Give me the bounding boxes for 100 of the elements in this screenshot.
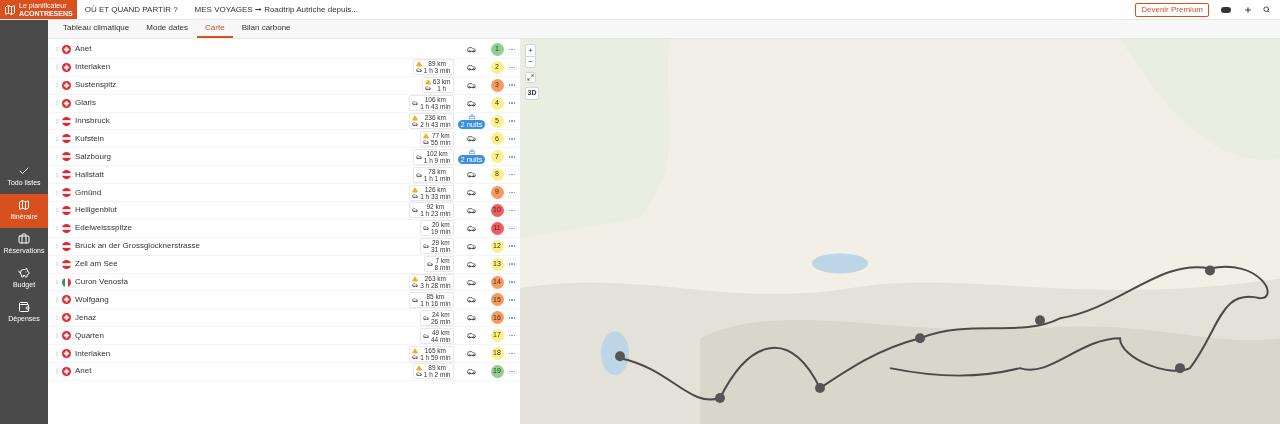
austria-flag-icon [62, 188, 71, 198]
car-icon[interactable] [467, 277, 476, 287]
car-icon[interactable] [467, 98, 476, 108]
car-icon[interactable] [467, 331, 476, 341]
drag-handle-icon[interactable] [54, 350, 60, 357]
warning-icon [424, 79, 431, 86]
wallet-icon [18, 301, 30, 314]
zoom-out-button[interactable]: − [526, 56, 535, 67]
car-icon [426, 261, 433, 268]
fullscreen-button[interactable] [525, 72, 536, 83]
car-icon [412, 207, 419, 214]
nav-link[interactable]: OÙ ET QUAND PARTIR ? [84, 3, 178, 16]
bed-icon [468, 113, 475, 120]
search-icon[interactable] [1263, 6, 1270, 13]
premium-button[interactable]: Devenir Premium [1135, 2, 1209, 17]
car-icon [423, 314, 429, 321]
austria-flag-icon [62, 152, 71, 162]
austria-flag-icon [62, 241, 71, 251]
bed-icon [468, 149, 475, 156]
tab[interactable]: Bilan carbone [233, 20, 299, 38]
nav-link[interactable]: MES VOYAGES ➞ Roadtrip Autriche depuis... [194, 3, 358, 16]
car-icon[interactable] [467, 259, 476, 269]
stop-name: Innsbruck [75, 115, 110, 127]
car-icon[interactable] [467, 313, 476, 323]
stop-name: Gmünd [75, 186, 102, 199]
austria-flag-icon [62, 205, 71, 215]
warning-icon [423, 132, 429, 139]
add-icon[interactable] [1244, 5, 1252, 14]
austria-flag-icon [62, 116, 71, 126]
car-icon[interactable] [467, 349, 476, 359]
swiss-flag-icon [62, 98, 71, 108]
car-icon[interactable] [467, 80, 476, 90]
warning-icon [412, 347, 419, 354]
car-icon[interactable] [467, 205, 476, 215]
car-icon[interactable] [467, 188, 476, 198]
tab[interactable]: Mode dates [138, 20, 197, 38]
car-icon [423, 138, 429, 145]
drag-handle-icon[interactable] [54, 279, 60, 285]
car-icon[interactable] [467, 170, 476, 180]
tab[interactable]: Tableau climatique [55, 20, 138, 38]
car-icon[interactable] [467, 241, 476, 251]
zoom-in-button[interactable]: + [526, 45, 535, 56]
drag-handle-icon[interactable] [54, 189, 60, 196]
car-icon [412, 296, 419, 303]
stop-name: Jenaz [75, 311, 97, 324]
car-icon [412, 121, 419, 127]
stop-name: Quarten [75, 329, 104, 342]
car-icon[interactable] [467, 134, 476, 144]
drag-handle-icon[interactable] [54, 46, 60, 53]
drag-handle-icon[interactable] [54, 243, 60, 250]
stop-name: Sustenspitz [75, 79, 117, 92]
drag-handle-icon[interactable] [54, 368, 60, 375]
drag-handle-icon[interactable] [54, 261, 60, 268]
suitcase-icon [18, 233, 30, 246]
stop-name: Anet [75, 43, 92, 56]
car-icon [415, 371, 422, 378]
car-icon[interactable] [467, 44, 476, 54]
stop-name: Hallstatt [75, 168, 104, 181]
drag-handle-icon[interactable] [54, 153, 60, 160]
drag-handle-icon[interactable] [54, 64, 60, 71]
car-icon [423, 332, 429, 339]
stop-name: Zell am See [75, 258, 118, 271]
map-icon [18, 199, 30, 212]
drag-handle-icon[interactable] [54, 296, 60, 303]
austria-flag-icon [62, 170, 71, 180]
drag-handle-icon[interactable] [54, 207, 60, 214]
car-icon[interactable] [467, 223, 476, 233]
stop-name: Interlaken [75, 61, 111, 74]
drag-handle-icon[interactable] [54, 135, 60, 142]
swiss-flag-icon [62, 62, 71, 72]
warning-icon [412, 276, 419, 282]
drag-handle-icon[interactable] [54, 225, 60, 232]
car-icon [423, 225, 429, 232]
car-icon[interactable] [467, 62, 476, 72]
car-icon [412, 100, 419, 107]
piggy-bank-icon [18, 267, 30, 280]
warning-icon [415, 61, 422, 68]
avatar[interactable] [1221, 6, 1231, 13]
drag-handle-icon[interactable] [54, 100, 60, 107]
stop-name: Kufstein [75, 132, 104, 145]
drag-handle-icon[interactable] [54, 314, 60, 321]
warning-icon [412, 186, 419, 193]
swiss-flag-icon [62, 366, 71, 376]
drag-handle-icon[interactable] [54, 82, 60, 89]
car-icon [424, 85, 431, 92]
car-icon[interactable] [467, 295, 476, 305]
logo-map-icon [4, 3, 16, 16]
car-icon [415, 67, 422, 74]
drag-handle-icon[interactable] [54, 171, 60, 178]
swiss-flag-icon [62, 349, 71, 359]
swiss-flag-icon [62, 331, 71, 341]
tab[interactable]: Carte [197, 20, 233, 38]
stop-name: Curon Venosta [75, 276, 128, 288]
drag-handle-icon[interactable] [54, 118, 60, 124]
car-icon [412, 353, 419, 360]
car-icon [415, 153, 422, 160]
italy-flag-icon [62, 277, 71, 287]
austria-flag-icon [62, 259, 71, 269]
drag-handle-icon[interactable] [54, 332, 60, 339]
car-icon[interactable] [467, 366, 476, 376]
